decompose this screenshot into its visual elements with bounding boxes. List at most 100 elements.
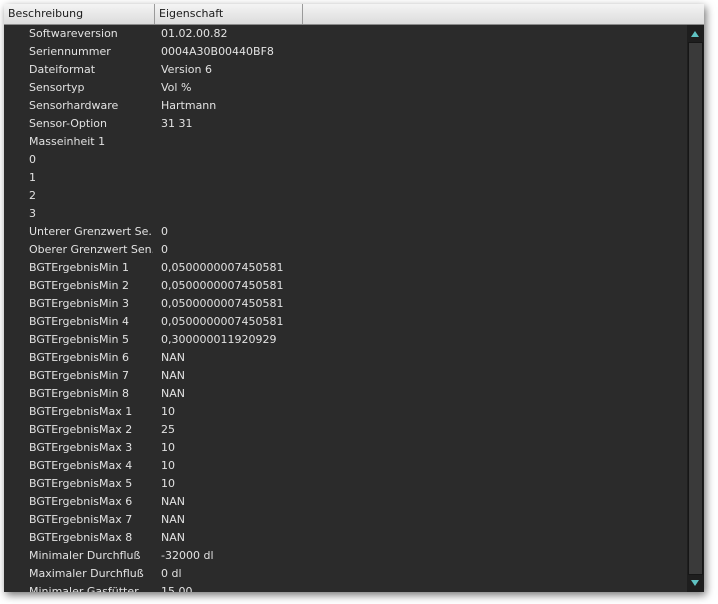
table-row[interactable]: 0 xyxy=(4,151,685,169)
row-value: Hartmann xyxy=(161,99,217,112)
row-label: Dateiformat xyxy=(29,63,96,76)
table-row[interactable]: BGTErgebnisMin 4 0,0500000007450581 xyxy=(4,313,685,331)
row-value: 0,0500000007450581 xyxy=(161,279,284,292)
row-value: 15,00 xyxy=(161,585,193,592)
row-value: 10 xyxy=(161,459,175,472)
row-label: BGTErgebnisMax 1 xyxy=(29,405,133,418)
table-row[interactable]: BGTErgebnisMin 3 0,0500000007450581 xyxy=(4,295,685,313)
row-value: NAN xyxy=(161,369,185,382)
row-value: 10 xyxy=(161,477,175,490)
row-label: BGTErgebnisMin 3 xyxy=(29,297,129,310)
row-value: NAN xyxy=(161,513,185,526)
row-label: BGTErgebnisMax 4 xyxy=(29,459,133,472)
table-row[interactable]: Minimaler Durchfluß -32000 dl xyxy=(4,547,685,565)
row-label: BGTErgebnisMax 8 xyxy=(29,531,133,544)
table-row[interactable]: 3 xyxy=(4,205,685,223)
scrollbar-thumb[interactable] xyxy=(688,42,703,575)
column-header-empty xyxy=(303,4,704,24)
row-label: Masseinheit 1 xyxy=(29,135,106,148)
row-value: 25 xyxy=(161,423,175,436)
row-value: -32000 dl xyxy=(161,549,214,562)
table-row[interactable]: BGTErgebnisMin 6 NAN xyxy=(4,349,685,367)
row-value: 0,0500000007450581 xyxy=(161,261,284,274)
row-label: Minimaler Durchfluß xyxy=(29,549,141,562)
row-label: BGTErgebnisMin 7 xyxy=(29,369,129,382)
table-header: Beschreibung Eigenschaft xyxy=(4,4,704,25)
row-value: 0,300000011920929 xyxy=(161,333,277,346)
row-label: 2 xyxy=(29,189,36,202)
scroll-up-arrow-icon[interactable] xyxy=(687,27,704,41)
row-label: Sensortyp xyxy=(29,81,85,94)
table-row[interactable]: Oberer Grenzwert Sen... 0 xyxy=(4,241,685,259)
row-label: Sensor-Option xyxy=(29,117,107,130)
table-row[interactable]: Sensor-Option 31 31 xyxy=(4,115,685,133)
row-label: Softwareversion xyxy=(29,27,118,40)
row-value: NAN xyxy=(161,495,185,508)
table-row[interactable]: BGTErgebnisMax 3 10 xyxy=(4,439,685,457)
row-label: BGTErgebnisMin 2 xyxy=(29,279,129,292)
row-value: Vol % xyxy=(161,81,192,94)
row-value: 10 xyxy=(161,405,175,418)
row-label: BGTErgebnisMin 5 xyxy=(29,333,129,346)
row-label: Oberer Grenzwert Sen... xyxy=(29,243,153,256)
row-label: BGTErgebnisMax 7 xyxy=(29,513,133,526)
table-row[interactable]: 1 xyxy=(4,169,685,187)
column-header-beschreibung[interactable]: Beschreibung xyxy=(4,4,155,24)
scroll-down-arrow-icon[interactable] xyxy=(687,576,704,590)
vertical-scrollbar[interactable] xyxy=(687,25,704,592)
table-row[interactable]: BGTErgebnisMax 4 10 xyxy=(4,457,685,475)
row-value: NAN xyxy=(161,531,185,544)
table-row[interactable]: BGTErgebnisMin 7 NAN xyxy=(4,367,685,385)
row-value: 01.02.00.82 xyxy=(161,27,228,40)
table-row[interactable]: BGTErgebnisMax 5 10 xyxy=(4,475,685,493)
row-label: 1 xyxy=(29,171,36,184)
table-row[interactable]: Softwareversion 01.02.00.82 xyxy=(4,25,685,43)
table-row[interactable]: Sensortyp Vol % xyxy=(4,79,685,97)
row-value: 0004A30B00440BF8 xyxy=(161,45,274,58)
properties-panel: Beschreibung Eigenschaft Softwareversion… xyxy=(4,4,704,592)
table-row[interactable]: BGTErgebnisMin 1 0,0500000007450581 xyxy=(4,259,685,277)
row-label: Sensorhardware xyxy=(29,99,119,112)
row-value: 0 xyxy=(161,225,168,238)
row-label: BGTErgebnisMax 6 xyxy=(29,495,133,508)
row-label: BGTErgebnisMin 8 xyxy=(29,387,129,400)
row-label: Unterer Grenzwert Se... xyxy=(29,225,153,238)
table-row[interactable]: BGTErgebnisMax 2 25 xyxy=(4,421,685,439)
row-label: BGTErgebnisMin 6 xyxy=(29,351,129,364)
row-value: 0 dl xyxy=(161,567,182,580)
table-row[interactable]: BGTErgebnisMax 8 NAN xyxy=(4,529,685,547)
row-label: BGTErgebnisMin 1 xyxy=(29,261,129,274)
table-row[interactable]: 2 xyxy=(4,187,685,205)
table-row[interactable]: BGTErgebnisMin 5 0,300000011920929 xyxy=(4,331,685,349)
table-row[interactable]: Unterer Grenzwert Se... 0 xyxy=(4,223,685,241)
row-value: NAN xyxy=(161,387,185,400)
row-value: 0,0500000007450581 xyxy=(161,315,284,328)
table-row[interactable]: Dateiformat Version 6 xyxy=(4,61,685,79)
row-label: BGTErgebnisMax 5 xyxy=(29,477,133,490)
table-row[interactable]: Maximaler Durchfluß 0 dl xyxy=(4,565,685,583)
property-list: Softwareversion 01.02.00.82 Seriennummer 00… xyxy=(4,25,685,592)
row-label: BGTErgebnisMax 2 xyxy=(29,423,133,436)
table-row[interactable]: BGTErgebnisMax 7 NAN xyxy=(4,511,685,529)
row-value: 31 31 xyxy=(161,117,193,130)
column-header-eigenschaft[interactable]: Eigenschaft xyxy=(155,4,303,24)
row-label: BGTErgebnisMax 3 xyxy=(29,441,133,454)
row-value: 10 xyxy=(161,441,175,454)
table-row[interactable]: Sensorhardware Hartmann xyxy=(4,97,685,115)
row-value: 0 xyxy=(161,243,168,256)
table-row[interactable]: Minimaler Gasfütter... 15,00 xyxy=(4,583,685,592)
row-label: 0 xyxy=(29,153,36,166)
table-row[interactable]: BGTErgebnisMax 6 NAN xyxy=(4,493,685,511)
row-value: 0,0500000007450581 xyxy=(161,297,284,310)
table-row[interactable]: BGTErgebnisMin 2 0,0500000007450581 xyxy=(4,277,685,295)
row-value: Version 6 xyxy=(161,63,212,76)
row-label: Seriennummer xyxy=(29,45,111,58)
table-row[interactable]: Seriennummer 0004A30B00440BF8 xyxy=(4,43,685,61)
table-row[interactable]: BGTErgebnisMax 1 10 xyxy=(4,403,685,421)
row-label: BGTErgebnisMin 4 xyxy=(29,315,129,328)
row-value: NAN xyxy=(161,351,185,364)
table-row[interactable]: Masseinheit 1 xyxy=(4,133,685,151)
row-label: 3 xyxy=(29,207,36,220)
row-label: Maximaler Durchfluß xyxy=(29,567,144,580)
table-row[interactable]: BGTErgebnisMin 8 NAN xyxy=(4,385,685,403)
